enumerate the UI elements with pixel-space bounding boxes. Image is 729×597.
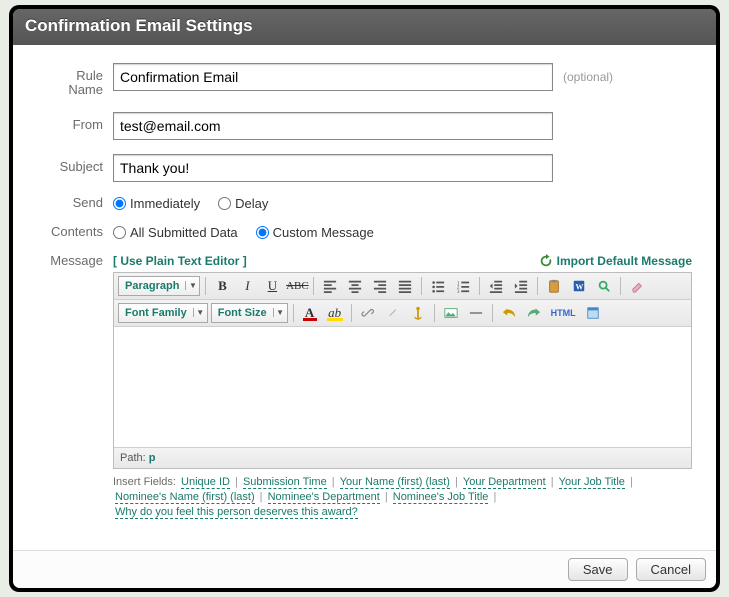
insert-field-link[interactable]: Your Job Title (559, 476, 625, 489)
underline-button[interactable]: U (261, 276, 283, 296)
align-left-button[interactable] (319, 276, 341, 296)
editor-path: Path: p (114, 447, 691, 468)
fullscreen-button[interactable] (582, 303, 604, 323)
row-from: From (37, 112, 692, 140)
paste-button[interactable] (543, 276, 565, 296)
dialog-inner: Confirmation Email Settings Rule Name (o… (13, 9, 716, 588)
row-message: Message [ Use Plain Text Editor ] Import… (37, 254, 692, 521)
row-subject: Subject (37, 154, 692, 182)
bullet-list-button[interactable] (427, 276, 449, 296)
rich-text-editor: Paragraph▼ B I U ABC (113, 272, 692, 469)
align-right-button[interactable] (369, 276, 391, 296)
label-contents: Contents (37, 225, 113, 239)
rule-name-hint: (optional) (563, 70, 613, 84)
row-contents: Contents All Submitted Data Custom Messa… (37, 225, 692, 240)
dialog-body: Rule Name (optional) From Subject (13, 45, 716, 550)
send-delay-label: Delay (235, 196, 268, 211)
outdent-button[interactable] (485, 276, 507, 296)
align-center-button[interactable] (344, 276, 366, 296)
row-rule-name: Rule Name (optional) (37, 63, 692, 98)
html-button[interactable]: HTML (548, 303, 579, 323)
numbered-list-button[interactable]: 123 (452, 276, 474, 296)
cancel-button[interactable]: Cancel (636, 558, 706, 581)
indent-button[interactable] (510, 276, 532, 296)
insert-field-link[interactable]: Nominee's Name (first) (last) (115, 491, 255, 504)
font-size-dropdown[interactable]: Font Size▼ (211, 303, 288, 323)
dialog-footer: Save Cancel (13, 550, 716, 588)
insert-field-link[interactable]: Nominee's Job Title (393, 491, 489, 504)
editor-toolbar-row-2: Font Family▼ Font Size▼ A ab (114, 300, 691, 327)
label-from: From (37, 112, 113, 132)
link-button[interactable] (357, 303, 379, 323)
paste-word-button[interactable]: W (568, 276, 590, 296)
label-message: Message (37, 254, 113, 268)
contents-custom-radio[interactable] (256, 226, 269, 239)
undo-button[interactable] (498, 303, 520, 323)
image-button[interactable] (440, 303, 462, 323)
insert-fields-section: Insert Fields: Unique ID | Submission Ti… (113, 475, 692, 521)
contents-all-label: All Submitted Data (130, 225, 238, 240)
send-immediately-radio[interactable] (113, 197, 126, 210)
paragraph-dropdown[interactable]: Paragraph▼ (118, 276, 200, 296)
send-immediately-label: Immediately (130, 196, 200, 211)
rule-name-input[interactable] (113, 63, 553, 91)
font-family-dropdown[interactable]: Font Family▼ (118, 303, 208, 323)
insert-field-link[interactable]: Your Department (463, 476, 546, 489)
label-subject: Subject (37, 154, 113, 174)
redo-button[interactable] (523, 303, 545, 323)
settings-dialog: Confirmation Email Settings Rule Name (o… (9, 5, 720, 592)
dialog-title: Confirmation Email Settings (13, 9, 716, 45)
insert-field-link[interactable]: Nominee's Department (268, 491, 380, 504)
insert-field-link[interactable]: Unique ID (181, 476, 230, 489)
hr-button[interactable] (465, 303, 487, 323)
editor-content-area[interactable] (114, 327, 691, 447)
reload-icon (539, 254, 553, 268)
contents-custom-label: Custom Message (273, 225, 374, 240)
label-rule-name: Rule Name (37, 63, 113, 98)
highlight-button[interactable]: ab (324, 303, 346, 323)
contents-all-radio[interactable] (113, 226, 126, 239)
eraser-button[interactable] (626, 276, 648, 296)
italic-button[interactable]: I (236, 276, 258, 296)
use-plain-text-link[interactable]: [ Use Plain Text Editor ] (113, 254, 247, 268)
find-button[interactable] (593, 276, 615, 296)
svg-text:3: 3 (457, 289, 460, 293)
insert-field-link[interactable]: Submission Time (243, 476, 327, 489)
from-input[interactable] (113, 112, 553, 140)
align-justify-button[interactable] (394, 276, 416, 296)
import-default-link[interactable]: Import Default Message (539, 254, 692, 268)
save-button[interactable]: Save (568, 558, 628, 581)
strikethrough-button[interactable]: ABC (286, 276, 308, 296)
editor-toolbar-row-1: Paragraph▼ B I U ABC (114, 273, 691, 300)
subject-input[interactable] (113, 154, 553, 182)
send-delay-radio[interactable] (218, 197, 231, 210)
message-tools: [ Use Plain Text Editor ] Import Default… (113, 254, 692, 268)
unlink-button[interactable] (382, 303, 404, 323)
row-send: Send Immediately Delay (37, 196, 692, 211)
bold-button[interactable]: B (211, 276, 233, 296)
text-color-button[interactable]: A (299, 303, 321, 323)
label-send: Send (37, 196, 113, 210)
insert-field-link[interactable]: Your Name (first) (last) (340, 476, 450, 489)
insert-fields-heading: Insert Fields: (113, 476, 176, 488)
anchor-button[interactable] (407, 303, 429, 323)
svg-text:W: W (576, 282, 584, 291)
insert-field-link[interactable]: Why do you feel this person deserves thi… (115, 506, 358, 519)
